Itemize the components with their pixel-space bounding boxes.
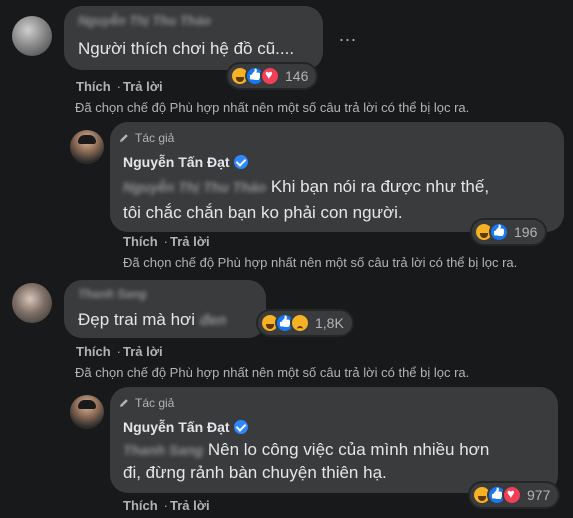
comment-bubble: Thanh Sang Đẹp trai mà hơi đen	[64, 280, 266, 338]
like-action[interactable]: Thích	[76, 79, 111, 94]
comment-actions: Thích · Trả lời	[76, 344, 163, 359]
reply-bubble: Tác giả Nguyễn Tấn Đạt Thanh Sang Nên lo…	[110, 387, 558, 493]
comment-text: Người thích chơi hệ đồ cũ....	[78, 39, 295, 58]
comment-author-name-blurred[interactable]: Thanh Sang	[78, 287, 147, 301]
like-action[interactable]: Thích	[123, 498, 158, 513]
sad-reaction-icon	[290, 313, 310, 333]
author-badge: Tác giả	[118, 131, 174, 145]
avatar[interactable]	[12, 283, 52, 323]
reply-action[interactable]: Trả lời	[123, 344, 163, 359]
reply-action[interactable]: Trả lời	[170, 234, 210, 249]
like-action[interactable]: Thích	[76, 344, 111, 359]
author-badge-label: Tác giả	[135, 396, 175, 410]
pen-icon	[120, 399, 128, 407]
reply-action[interactable]: Trả lời	[123, 79, 163, 94]
verified-icon	[233, 155, 248, 169]
avatar[interactable]	[70, 130, 104, 164]
reply-author-name[interactable]: Nguyễn Tấn Đạt	[123, 154, 248, 170]
reaction-count: 977	[527, 487, 551, 503]
reply-text-line: Khi bạn nói ra được như thế,	[270, 177, 490, 196]
reaction-summary[interactable]: 196	[472, 220, 546, 244]
author-name[interactable]: Nguyễn Tấn Đạt	[123, 154, 230, 170]
reaction-count: 196	[514, 224, 538, 240]
reaction-summary[interactable]: 146	[228, 64, 317, 88]
mention-blurred[interactable]: Nguyễn Thị Thu Thảo	[123, 175, 266, 200]
filter-note: Đã chọn chế độ Phù hợp nhất nên một số c…	[75, 365, 470, 380]
love-reaction-icon	[502, 485, 522, 505]
reaction-count: 146	[285, 68, 309, 84]
more-options-icon[interactable]: ...	[339, 26, 357, 44]
reply-text-line: tôi chắc chắn bạn ko phải con người.	[123, 203, 403, 222]
reaction-count: 1,8K	[315, 315, 344, 331]
comment-text-visible: Đẹp trai mà hơi	[78, 310, 195, 329]
author-name[interactable]: Nguyễn Tấn Đạt	[123, 419, 230, 435]
reply-text-line: đi, đừng rảnh bàn chuyện thiên hạ.	[123, 463, 387, 482]
comment-bubble: Nguyễn Thị Thu Thảo Người thích chơi hệ …	[64, 6, 323, 70]
comment-author-name-blurred[interactable]: Nguyễn Thị Thu Thảo	[78, 13, 211, 28]
reaction-summary[interactable]: 1,8K	[258, 311, 352, 335]
reply-actions: Thích · Trả lời	[123, 498, 210, 513]
author-badge: Tác giả	[118, 396, 174, 410]
pen-icon	[120, 134, 128, 142]
comment-text: Đẹp trai mà hơi đen	[78, 307, 226, 333]
verified-icon	[233, 420, 248, 434]
like-action[interactable]: Thích	[123, 234, 158, 249]
reply-actions: Thích · Trả lời	[123, 234, 210, 249]
love-reaction-icon	[260, 66, 280, 86]
reply-text-line: Nên lo công việc của mình nhiều hơn	[207, 440, 490, 459]
reply-action[interactable]: Trả lời	[170, 498, 210, 513]
comment-actions: Thích · Trả lời	[76, 79, 163, 94]
hidden-word-blurred: đen	[199, 312, 227, 329]
filter-note: Đã chọn chế độ Phù hợp nhất nên một số c…	[75, 100, 470, 115]
like-reaction-icon	[489, 222, 509, 242]
reaction-summary[interactable]: 977	[470, 483, 559, 507]
filter-note: Đã chọn chế độ Phù hợp nhất nên một số c…	[123, 255, 518, 270]
avatar[interactable]	[70, 395, 104, 429]
author-badge-label: Tác giả	[135, 131, 175, 145]
avatar[interactable]	[12, 16, 52, 56]
reply-author-name[interactable]: Nguyễn Tấn Đạt	[123, 419, 248, 435]
reply-text: Nguyễn Thị Thu Thảo Khi bạn nói ra được …	[123, 174, 489, 200]
reply-bubble: Tác giả Nguyễn Tấn Đạt Nguyễn Thị Thu Th…	[110, 122, 564, 232]
